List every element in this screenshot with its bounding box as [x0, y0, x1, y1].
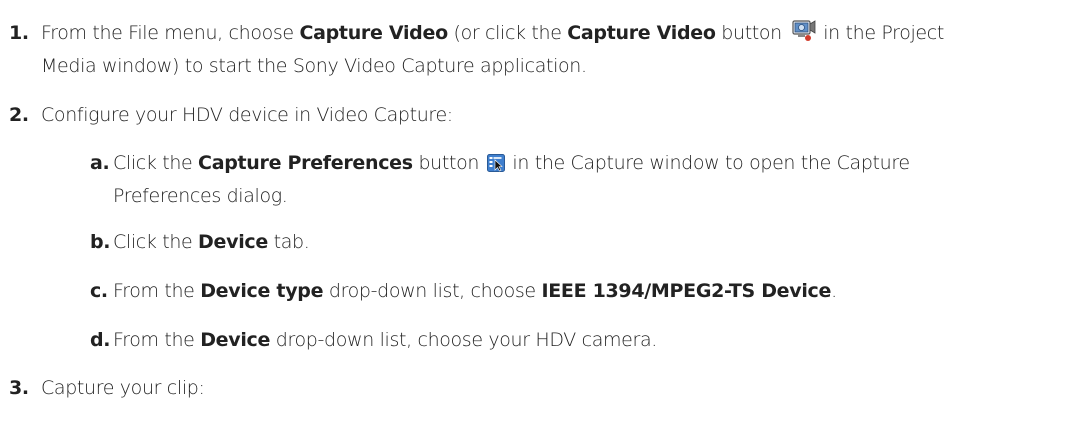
substep-text: From the Device type drop-down list, cho… [113, 280, 837, 302]
substep-letter: b. [90, 231, 111, 253]
substep-a: a. Click the Capture Preferences button … [90, 148, 1075, 211]
capture-video-icon [790, 18, 816, 51]
substep-text: From the Device drop-down list, choose y… [113, 329, 657, 351]
substep-text: Click the Device tab. [113, 231, 310, 253]
dropdown-name-device: Device [200, 329, 271, 351]
step-text: Capture your clip: [41, 377, 205, 399]
step-2: 2. Configure your HDV device in Video Ca… [9, 100, 1075, 130]
substep-letter: a. [90, 152, 110, 174]
tab-name-device: Device [198, 231, 268, 253]
option-ieee-1394-mpeg2-ts-device: IEEE 1394/MPEG2-TS Device [541, 280, 832, 302]
substep-b: b. Click the Device tab. [90, 227, 1075, 257]
substep-letter: d. [90, 329, 111, 351]
step-text: Configure your HDV device in Video Captu… [41, 104, 453, 126]
dropdown-name-device-type: Device type [200, 280, 324, 302]
instruction-page: 1. From the File menu, choose Capture Vi… [0, 0, 1085, 433]
step-3: 3. Capture your clip: [9, 373, 1075, 403]
button-name-capture-preferences: Capture Preferences [198, 152, 413, 174]
step-number: 1. [9, 22, 29, 44]
menu-item-capture-video: Capture Video [299, 22, 448, 44]
step-number: 2. [9, 104, 29, 126]
step-1: 1. From the File menu, choose Capture Vi… [9, 18, 1075, 81]
step-text: From the File menu, choose Capture Video… [41, 18, 1075, 81]
substep-text: Click the Capture Preferences button in … [113, 151, 910, 207]
capture-preferences-icon [486, 151, 505, 181]
step-number: 3. [9, 377, 29, 399]
button-name-capture-video: Capture Video [567, 22, 716, 44]
substep-d: d. From the Device drop-down list, choos… [90, 325, 1075, 355]
substep-c: c. From the Device type drop-down list, … [90, 276, 1075, 306]
substep-letter: c. [90, 280, 108, 302]
